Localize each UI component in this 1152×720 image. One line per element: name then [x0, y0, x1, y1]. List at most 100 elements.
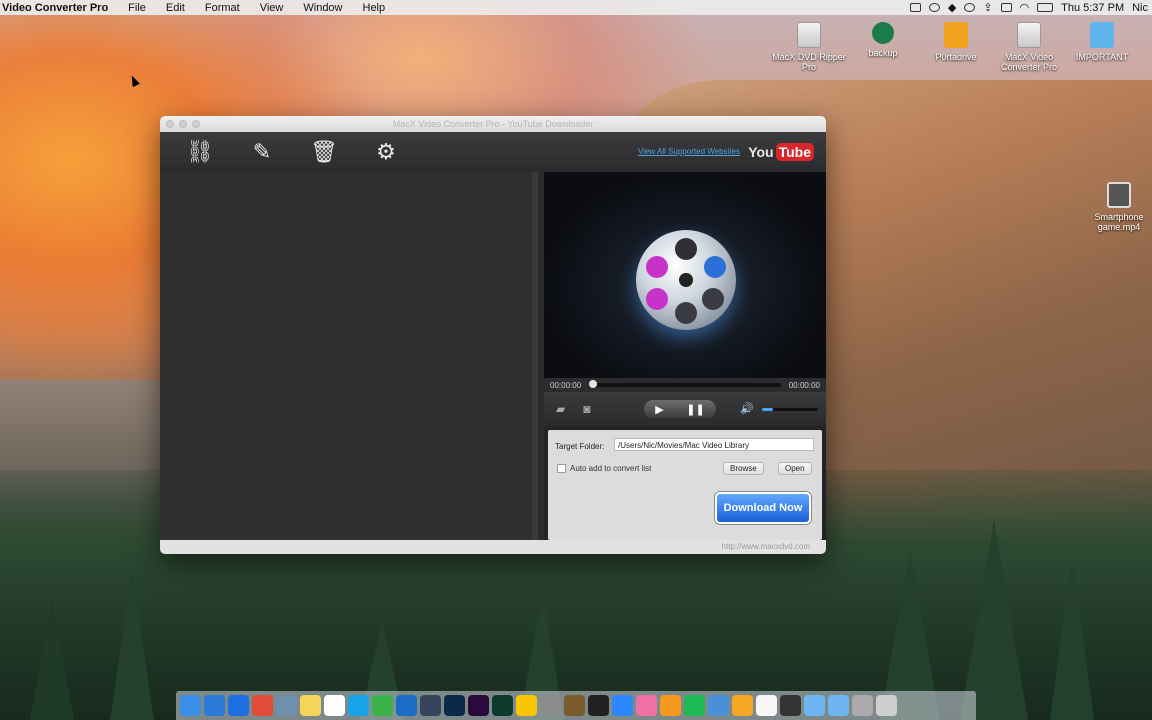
- desktop-icon-smartphone-game[interactable]: Smartphone game.mp4: [1081, 182, 1152, 232]
- clean-button[interactable]: ✎: [242, 136, 282, 168]
- app-menu[interactable]: Video Converter Pro: [2, 2, 108, 14]
- delete-button[interactable]: 🗑: [304, 136, 344, 168]
- folder-icon: [1090, 22, 1114, 48]
- menu-edit[interactable]: Edit: [166, 2, 185, 14]
- toolbar: ⛓ ✎ 🗑 ⚙ View All Supported Websites You …: [160, 132, 826, 172]
- pause-icon[interactable]: ❚❚: [686, 403, 704, 416]
- menu-file[interactable]: File: [128, 2, 146, 14]
- dock-app-pages[interactable]: [756, 695, 777, 716]
- dock-app-preview[interactable]: [276, 695, 297, 716]
- screen-icon[interactable]: [909, 3, 921, 12]
- dock-app-chrome[interactable]: [252, 695, 273, 716]
- dock-app-messenger[interactable]: [612, 695, 633, 716]
- video-preview: [544, 172, 826, 378]
- youtube-logo: You Tube: [748, 141, 814, 163]
- dock-app-app-store[interactable]: [204, 695, 225, 716]
- menu-bar: Video Converter Pro File Edit Format Vie…: [0, 0, 1152, 15]
- dock-app-disk-utility[interactable]: [852, 695, 873, 716]
- dock-app-final-cut[interactable]: [588, 695, 609, 716]
- dock-app-spotify[interactable]: [684, 695, 705, 716]
- desktop-icon-macx-dvd-ripper[interactable]: MacX DVD Ripper Pro: [771, 22, 847, 72]
- sync-icon[interactable]: [964, 3, 976, 12]
- zoom-button[interactable]: [192, 120, 200, 128]
- menu-view[interactable]: View: [260, 2, 284, 14]
- close-button[interactable]: [166, 120, 174, 128]
- time-machine-icon: [872, 22, 894, 44]
- desktop-icon-portadrive[interactable]: P0rtadrive: [918, 22, 994, 62]
- desktop-icon-important[interactable]: IMPORTANT: [1064, 22, 1140, 62]
- preview-pane: 00:00:00 00:00:00 ▰ ◙ ▶ ❚❚ 🔊 Target Fold…: [544, 172, 826, 540]
- folder-icon[interactable]: ▰: [556, 402, 565, 416]
- trash-icon: 🗑: [310, 139, 338, 164]
- battery-icon[interactable]: [1037, 3, 1054, 12]
- menubar-clock[interactable]: Thu 5:37 PM: [1061, 2, 1124, 14]
- dock-app-premiere[interactable]: [468, 695, 489, 716]
- dock-app-audition[interactable]: [492, 695, 513, 716]
- dock-app-notes[interactable]: [300, 695, 321, 716]
- target-folder-field[interactable]: /Users/Nic/Movies/Mac Video Library: [614, 438, 814, 451]
- dock-app-quicktime[interactable]: [708, 695, 729, 716]
- dock-app-photos[interactable]: [732, 695, 753, 716]
- dock-app-itunes[interactable]: [636, 695, 657, 716]
- download-now-button[interactable]: Download Now: [715, 492, 811, 524]
- add-url-button[interactable]: ⛓: [180, 136, 220, 168]
- desktop-icon-backup[interactable]: backup: [845, 22, 921, 58]
- supported-websites-link[interactable]: View All Supported Websites: [638, 147, 740, 156]
- dock-app-skype[interactable]: [348, 695, 369, 716]
- dock-app-vectr[interactable]: [516, 695, 537, 716]
- upload-icon[interactable]: ⇪: [983, 1, 992, 14]
- menu-format[interactable]: Format: [205, 2, 240, 14]
- camera-icon[interactable]: ◙: [583, 402, 590, 416]
- dock-app-claquette[interactable]: [564, 695, 585, 716]
- status-icon[interactable]: [928, 3, 940, 12]
- menu-help[interactable]: Help: [363, 2, 386, 14]
- film-reel-logo-icon: [636, 230, 736, 330]
- auto-add-checkbox[interactable]: [557, 464, 566, 473]
- link-icon: ⛓: [186, 139, 214, 164]
- player-controls: ▰ ◙ ▶ ❚❚ 🔊: [544, 392, 826, 426]
- auto-add-label: Auto add to convert list: [570, 464, 652, 473]
- dock-app-folder[interactable]: [804, 695, 825, 716]
- desktop-icon-macx-video-converter[interactable]: MacX Video Converter Pro: [991, 22, 1067, 72]
- dock-app-outlook[interactable]: [396, 695, 417, 716]
- dock-app-calendar[interactable]: [324, 695, 345, 716]
- browse-button[interactable]: Browse: [723, 462, 764, 475]
- dropbox-icon[interactable]: ◆: [948, 1, 956, 14]
- desktop-icon-label: MacX DVD Ripper Pro: [772, 52, 846, 72]
- seek-knob[interactable]: [589, 380, 598, 388]
- dock-app-evernote[interactable]: [372, 695, 393, 716]
- footer-url[interactable]: http://www.macxdvd.com: [160, 540, 826, 554]
- mouse-cursor: [128, 73, 140, 88]
- menubar-user[interactable]: Nic: [1132, 2, 1148, 14]
- desktop-icon-label: MacX Video Converter Pro: [1000, 52, 1058, 72]
- airplay-icon[interactable]: [1000, 3, 1012, 12]
- dock-app-ibooks[interactable]: [660, 695, 681, 716]
- dock: [176, 691, 976, 720]
- youtube-downloader-window: MacX Video Converter Pro - YouTube Downl…: [160, 116, 826, 554]
- playback-timeline: 00:00:00 00:00:00: [544, 378, 826, 392]
- dock-app-downloads[interactable]: [828, 695, 849, 716]
- time-end: 00:00:00: [788, 380, 820, 390]
- window-controls: [166, 120, 200, 128]
- volume-icon[interactable]: 🔊: [740, 402, 754, 415]
- dock-app-tumblr[interactable]: [420, 695, 441, 716]
- dock-app-video-converter[interactable]: [780, 695, 801, 716]
- dock-app-finder[interactable]: [180, 695, 201, 716]
- volume-slider[interactable]: [762, 408, 818, 411]
- dock-app-trash[interactable]: [876, 695, 897, 716]
- menu-window[interactable]: Window: [303, 2, 342, 14]
- dock-app-script-editor[interactable]: [540, 695, 561, 716]
- settings-button[interactable]: ⚙: [366, 136, 406, 168]
- time-start: 00:00:00: [550, 380, 582, 390]
- desktop-icon-label: P0rtadrive: [935, 52, 977, 62]
- download-list-pane[interactable]: [160, 172, 538, 540]
- play-icon[interactable]: ▶: [655, 403, 663, 416]
- window-titlebar[interactable]: MacX Video Converter Pro - YouTube Downl…: [160, 116, 826, 132]
- wifi-icon[interactable]: ◠: [1020, 1, 1030, 14]
- open-button[interactable]: Open: [778, 462, 812, 475]
- drive-icon: [1017, 22, 1041, 48]
- dock-app-photoshop[interactable]: [444, 695, 465, 716]
- minimize-button[interactable]: [179, 120, 187, 128]
- seek-bar[interactable]: [589, 380, 781, 388]
- dock-app-safari[interactable]: [228, 695, 249, 716]
